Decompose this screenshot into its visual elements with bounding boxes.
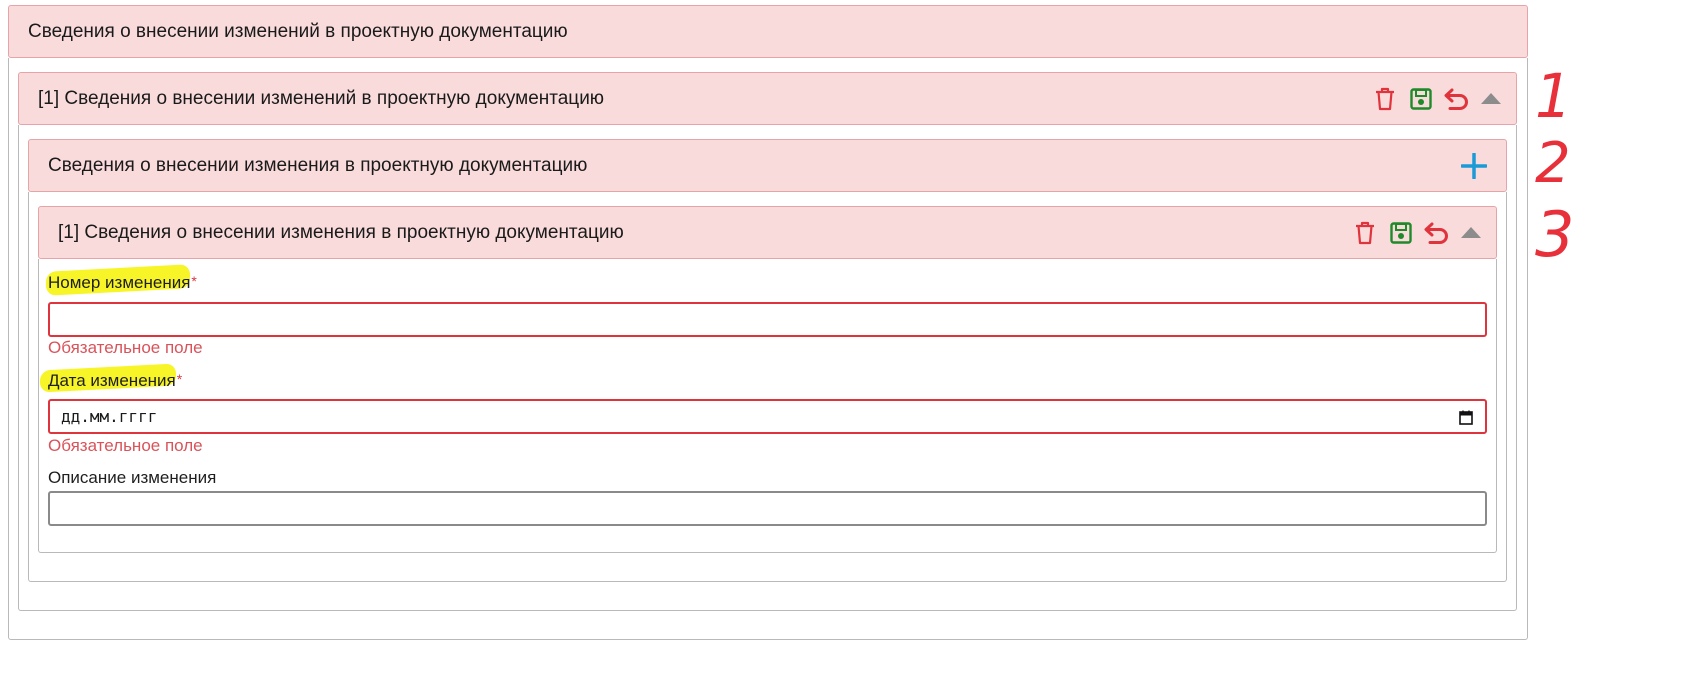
trash-icon[interactable] <box>1374 87 1396 111</box>
item2-toolbar <box>1354 207 1482 258</box>
save-icon[interactable] <box>1390 221 1412 244</box>
save-icon[interactable] <box>1410 87 1432 110</box>
change-date-error: Обязательное поле <box>48 436 203 455</box>
item2-panel-title: [1] Сведения о внесении изменения в прое… <box>58 221 624 243</box>
annotation-3: 3 <box>1535 198 1575 271</box>
outer-panel-title: Сведения о внесении изменений в проектну… <box>28 20 568 42</box>
outer-panel-header[interactable]: Сведения о внесении изменений в проектну… <box>8 5 1528 58</box>
calendar-icon[interactable] <box>1459 410 1473 429</box>
annotation-2: 2 <box>1535 131 1571 196</box>
undo-icon[interactable] <box>1424 221 1450 245</box>
change-number-input[interactable] <box>48 302 1487 337</box>
change-date-input[interactable]: дд.мм.гггг <box>48 399 1487 434</box>
sub-toolbar <box>1461 140 1487 191</box>
required-mark: * <box>176 371 183 387</box>
sub-panel-header[interactable]: Сведения о внесении изменения в проектну… <box>28 139 1507 192</box>
annotation-1: 1 <box>1535 60 1572 132</box>
required-mark: * <box>191 273 197 289</box>
change-description-label: Описание изменения <box>48 468 217 487</box>
change-date-label: Дата изменения* <box>48 371 183 390</box>
change-number-label: Номер изменения* <box>48 273 197 292</box>
plus-icon[interactable] <box>1461 152 1487 179</box>
collapse-up-icon[interactable] <box>1480 92 1502 106</box>
trash-icon[interactable] <box>1354 221 1376 245</box>
item1-toolbar <box>1374 73 1502 124</box>
item1-panel-title: [1] Сведения о внесении изменений в прое… <box>38 87 605 109</box>
change-number-error: Обязательное поле <box>48 338 203 357</box>
undo-icon[interactable] <box>1444 87 1470 111</box>
sub-panel-title: Сведения о внесении изменения в проектну… <box>48 154 588 176</box>
date-placeholder: дд.мм.гггг <box>61 407 158 426</box>
item2-panel-header[interactable]: [1] Сведения о внесении изменения в прое… <box>38 206 1497 259</box>
change-description-input[interactable] <box>48 491 1487 526</box>
item1-panel-header[interactable]: [1] Сведения о внесении изменений в прое… <box>18 72 1517 125</box>
collapse-up-icon[interactable] <box>1460 226 1482 240</box>
